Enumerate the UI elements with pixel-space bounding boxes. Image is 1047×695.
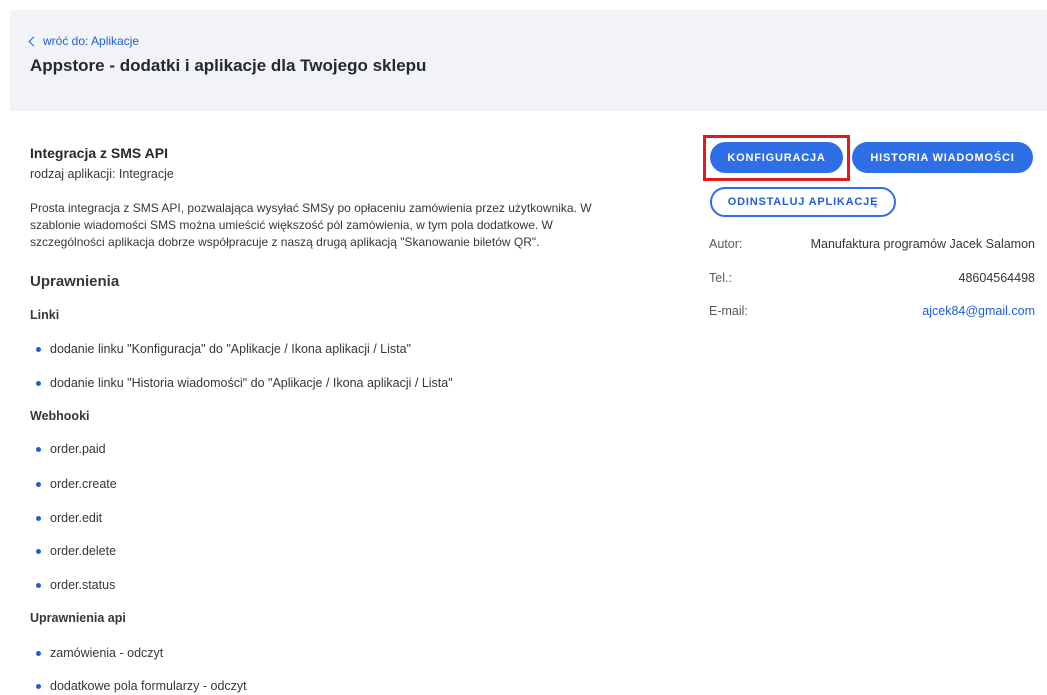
list-item-label: zamówienia - odczyt bbox=[50, 646, 164, 660]
author-value: Manufaktura programów Jacek Salamon bbox=[810, 237, 1035, 251]
message-history-button[interactable]: HISTORIA WIADOMOŚCI bbox=[852, 142, 1033, 173]
app-type: rodzaj aplikacji: Integracje bbox=[30, 167, 174, 181]
page-header: wróć do: Aplikacje Appstore - dodatki i … bbox=[10, 10, 1047, 111]
bullet-icon bbox=[36, 481, 41, 487]
list-item: order.delete bbox=[36, 544, 116, 558]
list-item: dodatkowe pola formularzy - odczyt bbox=[36, 679, 247, 693]
list-item: order.paid bbox=[36, 442, 106, 456]
webhooks-heading: Webhooki bbox=[30, 409, 90, 423]
list-item-label: order.paid bbox=[50, 442, 106, 456]
bullet-icon bbox=[36, 380, 41, 386]
bullet-icon bbox=[36, 515, 41, 521]
list-item-label: order.edit bbox=[50, 511, 103, 525]
page-title: Appstore - dodatki i aplikacje dla Twoje… bbox=[30, 56, 427, 75]
chevron-left-icon bbox=[28, 36, 39, 47]
uninstall-button[interactable]: ODINSTALUJ APLIKACJĘ bbox=[710, 187, 896, 217]
list-item: dodanie linku "Historia wiadomości" do "… bbox=[36, 376, 453, 390]
email-link[interactable]: ajcek84@gmail.com bbox=[922, 304, 1035, 318]
bullet-icon bbox=[36, 446, 41, 452]
list-item-label: order.delete bbox=[50, 544, 117, 558]
list-item-label: dodanie linku "Historia wiadomości" do "… bbox=[50, 376, 453, 390]
bullet-icon bbox=[36, 582, 41, 588]
back-link[interactable]: wróć do: Aplikacje bbox=[28, 34, 140, 48]
app-description-line: Prosta integracja z SMS API, pozwalająca… bbox=[30, 201, 592, 215]
bullet-icon bbox=[36, 650, 41, 656]
list-item-label: order.status bbox=[50, 578, 116, 592]
list-item: order.status bbox=[36, 578, 115, 592]
app-name: Integracja z SMS API bbox=[30, 145, 168, 161]
list-item-label: dodanie linku "Konfiguracja" do "Aplikac… bbox=[50, 342, 412, 356]
list-item: zamówienia - odczyt bbox=[36, 646, 163, 660]
app-description-line: szablonie wiadomości SMS można umieścić … bbox=[30, 218, 553, 232]
bullet-icon bbox=[36, 346, 41, 352]
links-heading: Linki bbox=[30, 308, 60, 322]
list-item: order.edit bbox=[36, 511, 102, 525]
list-item: order.create bbox=[36, 477, 117, 491]
configure-button[interactable]: KONFIGURACJA bbox=[710, 142, 843, 173]
list-item-label: dodatkowe pola formularzy - odczyt bbox=[50, 679, 247, 693]
list-item: dodanie linku "Konfiguracja" do "Aplikac… bbox=[36, 342, 411, 356]
tel-value: 48604564498 bbox=[958, 271, 1035, 285]
bullet-icon bbox=[36, 683, 41, 689]
list-item-label: order.create bbox=[50, 477, 117, 491]
app-description-line: szczególności aplikacja dobrze współprac… bbox=[30, 235, 540, 249]
app-description: Prosta integracja z SMS API, pozwalająca… bbox=[30, 200, 670, 251]
api-permissions-heading: Uprawnienia api bbox=[30, 611, 126, 625]
back-link-label: wróć do: Aplikacje bbox=[43, 34, 140, 48]
tel-label: Tel.: bbox=[709, 271, 732, 285]
permissions-heading: Uprawnienia bbox=[30, 273, 120, 290]
author-label: Autor: bbox=[709, 237, 743, 251]
email-label: E-mail: bbox=[709, 304, 748, 318]
bullet-icon bbox=[36, 548, 41, 554]
